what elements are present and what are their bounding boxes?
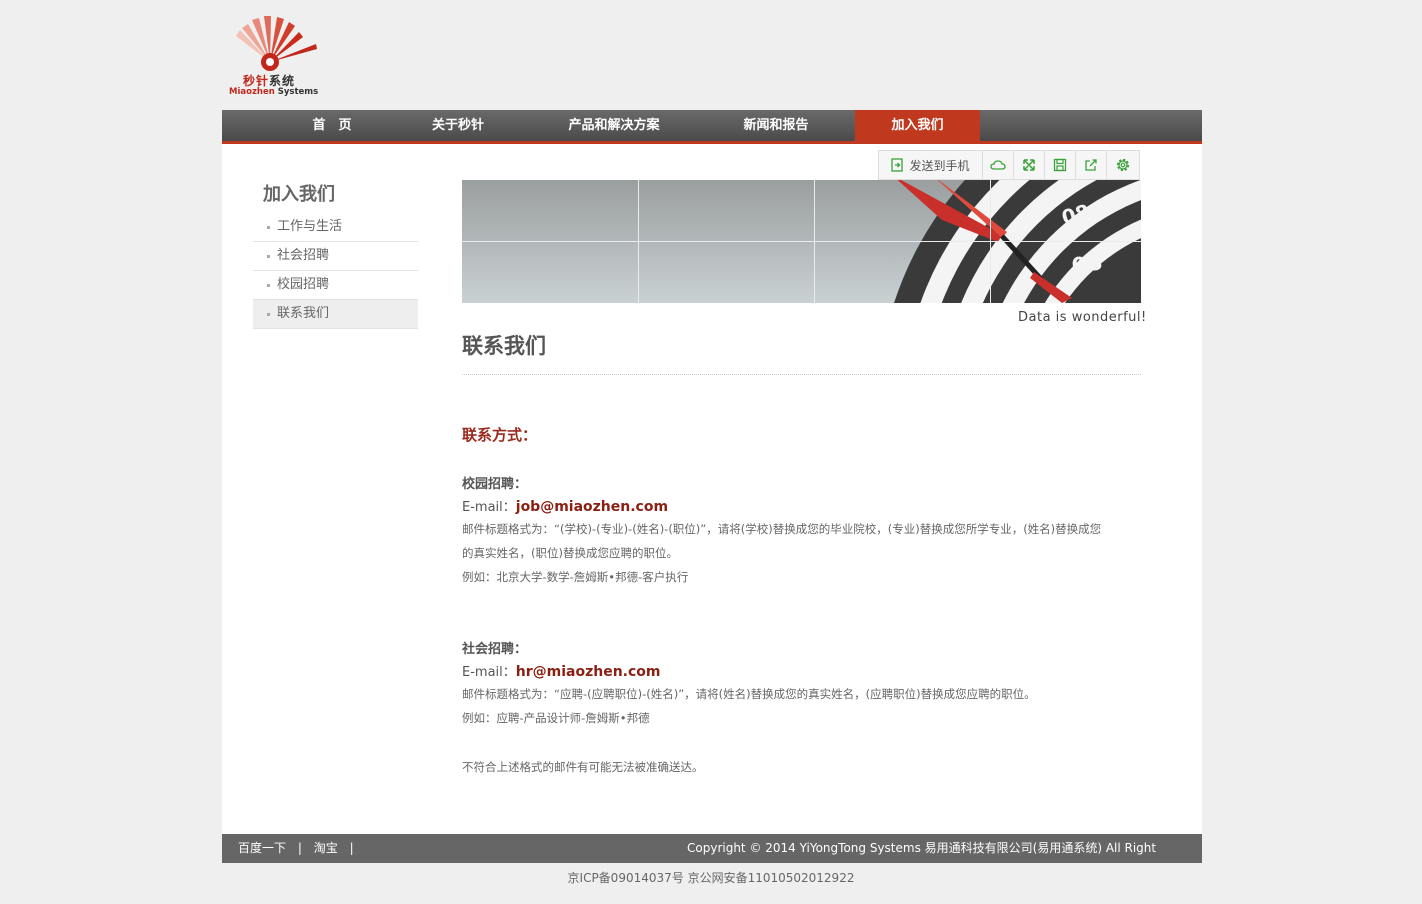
send-to-phone-icon xyxy=(891,158,904,172)
send-to-phone-label: 发送到手机 xyxy=(909,158,970,173)
sidebar-item-social-recruit[interactable]: 社会招聘 xyxy=(253,242,418,271)
footer-link-baidu[interactable]: 百度一下 xyxy=(238,841,286,855)
sidebar-item-campus-recruit[interactable]: 校园招聘 xyxy=(253,271,418,300)
title-divider xyxy=(462,374,1141,375)
banner-number-2: 08 xyxy=(1070,250,1105,280)
social-format-text: 邮件标题格式为：“应聘-(应聘职位)-(姓名)”，请将(姓名)替换成您的真实姓名… xyxy=(462,687,1036,725)
nav-item-about[interactable]: 关于秒针 xyxy=(418,110,498,141)
share-button[interactable] xyxy=(1076,151,1107,179)
settings-icon xyxy=(1116,158,1129,172)
delivery-note: 不符合上述格式的邮件有可能无法被准确送达。 xyxy=(462,760,704,774)
settings-button[interactable] xyxy=(1107,151,1138,179)
social-email-link[interactable]: hr@miaozhen.com xyxy=(516,664,661,680)
sidebar-title: 加入我们 xyxy=(263,184,335,205)
campus-email-line: E-mail：job@miaozhen.com xyxy=(462,499,669,515)
banner-image: 08 08 xyxy=(462,180,1141,303)
icp-record[interactable]: 京ICP备09014037号 京公网安备11010502012922 xyxy=(0,869,1422,886)
contact-heading: 联系方式： xyxy=(462,426,538,444)
nav-item-news[interactable]: 新闻和报告 xyxy=(730,110,822,141)
nav-item-home[interactable]: 首 页 xyxy=(302,110,362,141)
banner-tagline: Data is wonderful! xyxy=(1018,310,1147,325)
campus-email-link[interactable]: job@miaozhen.com xyxy=(516,499,668,515)
sidebar-menu: 工作与生活 社会招聘 校园招聘 联系我们 xyxy=(253,213,418,329)
cloud-button[interactable] xyxy=(983,151,1014,179)
social-recruit-title: 社会招聘： xyxy=(462,642,528,657)
campus-recruit-title: 校园招聘： xyxy=(462,477,528,492)
main-nav: 首 页 关于秒针 产品和解决方案 新闻和报告 加入我们 xyxy=(222,110,1202,144)
share-toolbar: 发送到手机 xyxy=(878,150,1140,180)
nav-item-products[interactable]: 产品和解决方案 xyxy=(554,110,674,141)
logo-mark-icon xyxy=(236,16,317,71)
page-title: 联系我们 xyxy=(462,334,546,358)
footer-bar: 百度一下 | 淘宝 | Copyright © 2014 YiYongTong … xyxy=(222,834,1202,863)
footer-link-taobao[interactable]: 淘宝 xyxy=(314,841,338,855)
nav-item-join-us[interactable]: 加入我们 xyxy=(855,110,980,141)
fullscreen-button[interactable] xyxy=(1014,151,1045,179)
footer-separator: | xyxy=(349,841,354,855)
social-email-line: E-mail：hr@miaozhen.com xyxy=(462,664,661,680)
logo-text-en: Miaozhen Systems xyxy=(229,87,319,97)
save-button[interactable] xyxy=(1045,151,1076,179)
save-icon xyxy=(1053,158,1067,172)
campus-format-text: 邮件标题格式为：“(学校)-(专业)-(姓名)-(职位)”，请将(学校)替换成您… xyxy=(462,522,1102,584)
sidebar-item-work-life[interactable]: 工作与生活 xyxy=(253,213,418,242)
cloud-icon xyxy=(990,160,1006,170)
share-icon xyxy=(1085,159,1097,171)
sidebar-item-contact-us[interactable]: 联系我们 xyxy=(253,300,418,329)
send-to-phone-button[interactable]: 发送到手机 xyxy=(879,151,983,179)
copyright-text: Copyright © 2014 YiYongTong Systems 易用通科… xyxy=(687,841,1160,855)
footer-links: 百度一下 | 淘宝 | xyxy=(238,834,362,863)
fullscreen-icon xyxy=(1023,159,1035,171)
footer-separator: | xyxy=(297,841,302,855)
